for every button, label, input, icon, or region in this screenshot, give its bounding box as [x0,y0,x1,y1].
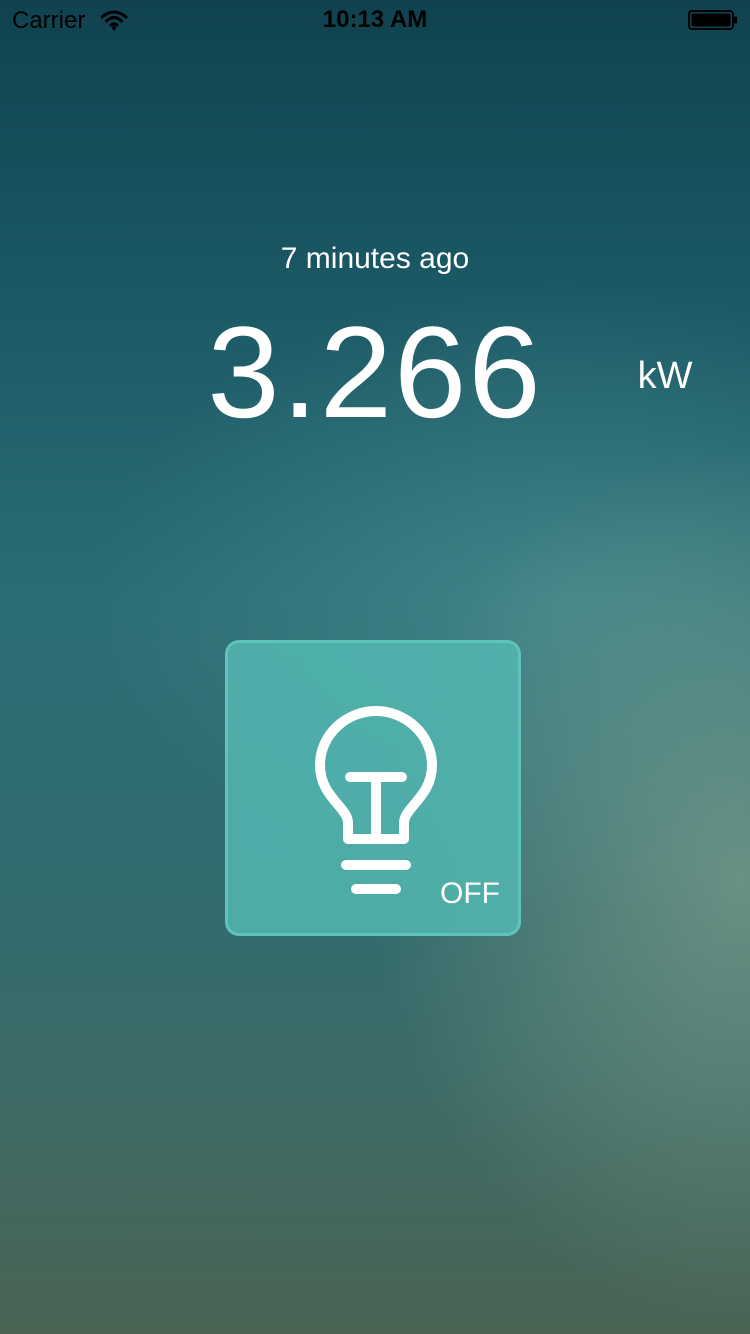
status-bar: Carrier 10:13 AM [0,0,750,40]
status-time: 10:13 AM [322,6,428,33]
light-toggle-button[interactable]: OFF [225,640,521,936]
light-state-label: OFF [440,877,500,910]
battery-icon [688,10,737,30]
lightbulb-icon [315,706,437,894]
last-updated-label: 7 minutes ago [280,242,470,275]
app-screen: Carrier 10:13 AM 7 minutes ago 3.266 kW … [0,0,750,1334]
power-unit-label: kW [637,355,693,397]
power-reading-value: 3.266 [207,299,543,445]
